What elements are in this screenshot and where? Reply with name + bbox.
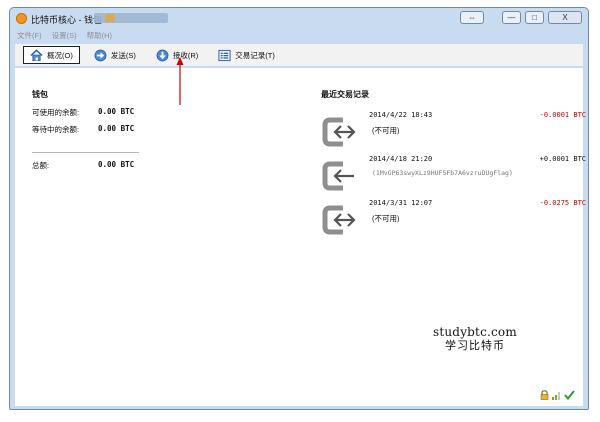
available-balance-value: 0.00 BTC bbox=[98, 107, 135, 116]
balance-divider bbox=[32, 152, 139, 153]
tab-transactions-label: 交易记录(T) bbox=[235, 50, 275, 60]
total-balance-label: 总额: bbox=[32, 161, 50, 170]
tab-overview[interactable]: 概况(O) bbox=[23, 46, 80, 64]
menu-bar: 文件(F) 设置(S) 帮助(H) bbox=[13, 30, 585, 41]
maximize-button[interactable]: □ bbox=[525, 11, 544, 24]
tab-transactions[interactable]: 交易记录(T) bbox=[212, 46, 281, 64]
minimize-button[interactable]: — bbox=[502, 11, 521, 24]
watermark-text: 学习比特币 bbox=[444, 340, 505, 352]
watermark: studybtc.com 学习比特币 bbox=[433, 325, 517, 353]
total-balance-value: 0.00 BTC bbox=[98, 160, 135, 169]
annotation-arrow-icon bbox=[176, 57, 184, 105]
menu-help[interactable]: 帮助(H) bbox=[87, 30, 112, 41]
blurred-title-icon bbox=[105, 14, 115, 22]
close-button[interactable]: X bbox=[548, 11, 582, 24]
receive-arrow-icon bbox=[156, 49, 169, 61]
transaction-amount: -0.0001 BTC bbox=[539, 111, 586, 119]
transaction-date: 2014/4/18 21:20 bbox=[369, 155, 433, 163]
signal-icon[interactable] bbox=[552, 391, 561, 400]
title-bar: 比特币核心 - 钱包 ⇔ — □ X bbox=[10, 8, 588, 30]
transaction-label: (不可用) bbox=[372, 214, 400, 223]
checkmark-icon[interactable] bbox=[564, 390, 575, 400]
transaction-date: 2014/3/31 12:07 bbox=[369, 199, 433, 207]
list-icon bbox=[218, 49, 231, 61]
transaction-amount: -0.0275 BTC bbox=[539, 199, 586, 207]
tab-overview-label: 概况(O) bbox=[47, 50, 73, 60]
window-title: 比特币核心 - 钱包 bbox=[31, 15, 102, 25]
recent-transactions-heading: 最近交易记录 bbox=[321, 90, 369, 99]
sent-transaction-icon bbox=[322, 205, 356, 235]
status-bar-icons bbox=[540, 390, 575, 400]
toolbar: 概况(O) 发送(S) 接收(R) 交易记录(T) bbox=[15, 44, 583, 66]
transaction-item[interactable]: 2014/3/31 12:07 (不可用) -0.0275 BTC bbox=[321, 199, 586, 235]
transaction-label: (不可用) bbox=[372, 126, 400, 135]
overview-page: 钱包 可使用的余额: 0.00 BTC 等待中的余额: 0.00 BTC 总额:… bbox=[15, 68, 586, 406]
pending-balance-label: 等待中的余额: bbox=[32, 125, 80, 134]
home-icon bbox=[30, 48, 43, 61]
pending-balance-value: 0.00 BTC bbox=[98, 124, 135, 133]
menu-settings[interactable]: 设置(S) bbox=[52, 30, 77, 41]
wallet-heading: 钱包 bbox=[32, 90, 48, 99]
app-window: 比特币核心 - 钱包 ⇔ — □ X 文件(F) 设置(S) 帮助(H) 概况(… bbox=[9, 7, 589, 410]
tab-send-label: 发送(S) bbox=[110, 50, 136, 60]
tab-send[interactable]: 发送(S) bbox=[88, 46, 142, 64]
transaction-item[interactable]: 2014/4/18 21:20 (1MvGP63swyXLz9HUF5Fb7A6… bbox=[321, 155, 586, 191]
restore-tab-button[interactable]: ⇔ bbox=[460, 11, 484, 24]
lock-icon[interactable] bbox=[540, 390, 549, 400]
transaction-amount: +0.0001 BTC bbox=[539, 155, 586, 163]
received-transaction-icon bbox=[322, 161, 354, 191]
menu-file[interactable]: 文件(F) bbox=[17, 30, 42, 41]
transaction-date: 2014/4/22 18:43 bbox=[369, 111, 433, 119]
bitcoin-logo-icon bbox=[16, 13, 27, 24]
transaction-address: (1MvGP63swyXLz9HUF5Fb7A6vzruDUgFlag) bbox=[372, 169, 513, 177]
available-balance-label: 可使用的余额: bbox=[32, 108, 80, 117]
send-arrow-icon bbox=[94, 49, 107, 61]
transaction-item[interactable]: 2014/4/22 18:43 (不可用) -0.0001 BTC bbox=[321, 111, 586, 147]
sent-transaction-icon bbox=[322, 117, 356, 147]
